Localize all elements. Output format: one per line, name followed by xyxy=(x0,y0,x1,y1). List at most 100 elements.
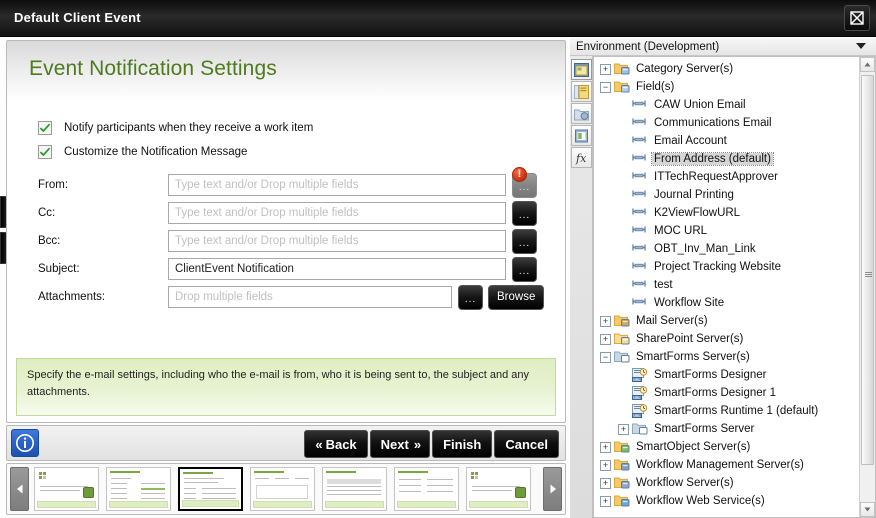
cancel-button-label: Cancel xyxy=(505,436,548,452)
tree-node[interactable]: URL SmartForms Designer 1 xyxy=(594,384,875,402)
cc-input[interactable]: Type text and/or Drop multiple fields xyxy=(168,202,506,224)
chevron-down-icon[interactable] xyxy=(856,43,866,49)
tree-node-label: Workflow Site xyxy=(654,297,725,309)
wizard-panel: Event Notification Settings Notify parti… xyxy=(6,40,566,423)
tree-scrollbar[interactable] xyxy=(859,57,875,517)
subject-input[interactable]: ClientEvent Notification xyxy=(168,258,506,280)
checkbox-notify-participants[interactable] xyxy=(38,121,52,135)
tree-node[interactable]: URL SmartForms Runtime 1 (default) xyxy=(594,402,875,420)
field-icon xyxy=(632,278,648,292)
tree-node[interactable]: Email Account xyxy=(594,132,875,150)
thumbnail-item[interactable] xyxy=(34,467,99,511)
tree-node[interactable]: + Workflow Server(s) xyxy=(594,474,875,492)
functions-icon[interactable]: fx xyxy=(571,147,592,168)
field-icon xyxy=(632,98,648,112)
application-window: Default Client Event Event Notification … xyxy=(0,0,876,518)
expand-icon[interactable]: + xyxy=(600,63,611,75)
expand-icon[interactable]: + xyxy=(618,423,629,435)
subject-ellipsis-button[interactable]: ... xyxy=(512,256,537,282)
page-title: Event Notification Settings xyxy=(29,57,277,80)
email-settings-form: From: Type text and/or Drop multiple fie… xyxy=(7,167,565,311)
tree-node[interactable]: + SharePoint Server(s) xyxy=(594,330,875,348)
thumbnails-next-button[interactable] xyxy=(543,467,562,511)
tree-node[interactable]: − Field(s) xyxy=(594,78,875,96)
attachments-input[interactable]: Drop multiple fields xyxy=(168,286,452,308)
environment-icon-rail: fx xyxy=(570,56,593,518)
tree-node[interactable]: Project Tracking Website xyxy=(594,258,875,276)
expand-icon[interactable]: + xyxy=(600,477,611,489)
tree-node[interactable]: K2ViewFlowURL xyxy=(594,204,875,222)
tree-node-label: Category Server(s) xyxy=(636,63,734,75)
checkbox-row-customize-message[interactable]: Customize the Notification Message xyxy=(38,145,565,159)
checkbox-customize-message[interactable] xyxy=(38,145,52,159)
tree-node[interactable]: + Workflow Web Service(s) xyxy=(594,492,875,510)
thumbnail-item[interactable] xyxy=(322,467,387,511)
deployment-icon[interactable] xyxy=(571,125,592,146)
expand-icon[interactable]: + xyxy=(600,459,611,471)
from-input[interactable]: Type text and/or Drop multiple fields xyxy=(168,174,506,196)
thumbnail-item[interactable] xyxy=(106,467,171,511)
k2-logo-icon xyxy=(471,472,487,481)
svg-text:URL: URL xyxy=(633,378,640,382)
workflow-context-icon[interactable] xyxy=(571,81,592,102)
expand-icon[interactable]: + xyxy=(600,333,611,345)
next-button[interactable]: Next » xyxy=(369,430,431,458)
thumbnail-item[interactable] xyxy=(394,467,459,511)
tree-node[interactable]: Workflow Site xyxy=(594,294,875,312)
tree-node[interactable]: test xyxy=(594,276,875,294)
field-icon xyxy=(632,206,648,220)
next-button-label: Next xyxy=(380,436,409,452)
object-browser-icon[interactable] xyxy=(571,103,592,124)
browse-button[interactable]: Browse xyxy=(488,284,545,310)
finish-button[interactable]: Finish xyxy=(432,430,493,458)
tree-node[interactable]: + SmartObject Server(s) xyxy=(594,438,875,456)
field-icon xyxy=(632,296,648,310)
tree-node[interactable]: Journal Printing xyxy=(594,186,875,204)
tree-node-label: Workflow Server(s) xyxy=(636,477,734,489)
checkbox-row-notify-participants[interactable]: Notify participants when they receive a … xyxy=(38,121,565,135)
bcc-ellipsis-button[interactable]: ... xyxy=(512,228,537,254)
scrollbar-grip-icon xyxy=(865,272,872,278)
bcc-input[interactable]: Type text and/or Drop multiple fields xyxy=(168,230,506,252)
tree-node[interactable]: ITTechRequestApprover xyxy=(594,168,875,186)
tree-node[interactable]: + Mail Server(s) xyxy=(594,312,875,330)
tree-node[interactable]: MOC URL xyxy=(594,222,875,240)
thumbnail-item-selected[interactable] xyxy=(178,467,243,511)
tree-node[interactable]: CAW Union Email xyxy=(594,96,875,114)
expand-icon[interactable]: + xyxy=(600,441,611,453)
tree-node[interactable]: URL SmartForms Designer xyxy=(594,366,875,384)
folder-field-icon xyxy=(614,80,630,94)
environment-library-icon[interactable] xyxy=(571,59,592,80)
scroll-up-icon[interactable] xyxy=(860,57,875,72)
thumbnail-item[interactable] xyxy=(466,467,531,511)
scroll-down-icon[interactable] xyxy=(860,502,875,517)
back-button[interactable]: « Back xyxy=(304,430,368,458)
expand-icon[interactable]: + xyxy=(600,315,611,327)
tree-node-label: SmartForms Designer xyxy=(654,369,767,381)
tree-node[interactable]: + SmartForms Server xyxy=(594,420,875,438)
attachments-ellipsis-button[interactable]: ... xyxy=(458,284,483,310)
tree-node[interactable]: OBT_Inv_Man_Link xyxy=(594,240,875,258)
close-icon[interactable] xyxy=(844,5,870,31)
expand-icon[interactable]: + xyxy=(600,495,611,507)
tree-node[interactable]: Communications Email xyxy=(594,114,875,132)
thumbnail-help-bar xyxy=(253,501,312,508)
collapse-icon[interactable]: − xyxy=(600,351,611,363)
cancel-button[interactable]: Cancel xyxy=(494,430,559,458)
wizard-button-bar: « Back Next » Finish Cancel xyxy=(6,425,566,461)
tree-node[interactable]: + Category Server(s) xyxy=(594,60,875,78)
thumbnails-prev-button[interactable] xyxy=(10,467,29,511)
tree-node[interactable]: From Address (default) xyxy=(594,150,875,168)
tree-node[interactable]: + Workflow Management Server(s) xyxy=(594,456,875,474)
cc-ellipsis-button[interactable]: ... xyxy=(512,200,537,226)
field-label-from: From: xyxy=(38,179,69,191)
tree-node-label: MOC URL xyxy=(654,225,708,237)
field-label-attachments: Attachments: xyxy=(38,291,106,303)
tree-node-label: Journal Printing xyxy=(654,189,734,201)
thumbnail-item[interactable] xyxy=(250,467,315,511)
scrollbar-thumb[interactable] xyxy=(861,75,874,465)
collapse-icon[interactable]: − xyxy=(600,81,611,93)
tree-node[interactable]: − SmartForms Server(s) xyxy=(594,348,875,366)
info-icon[interactable] xyxy=(11,429,39,457)
